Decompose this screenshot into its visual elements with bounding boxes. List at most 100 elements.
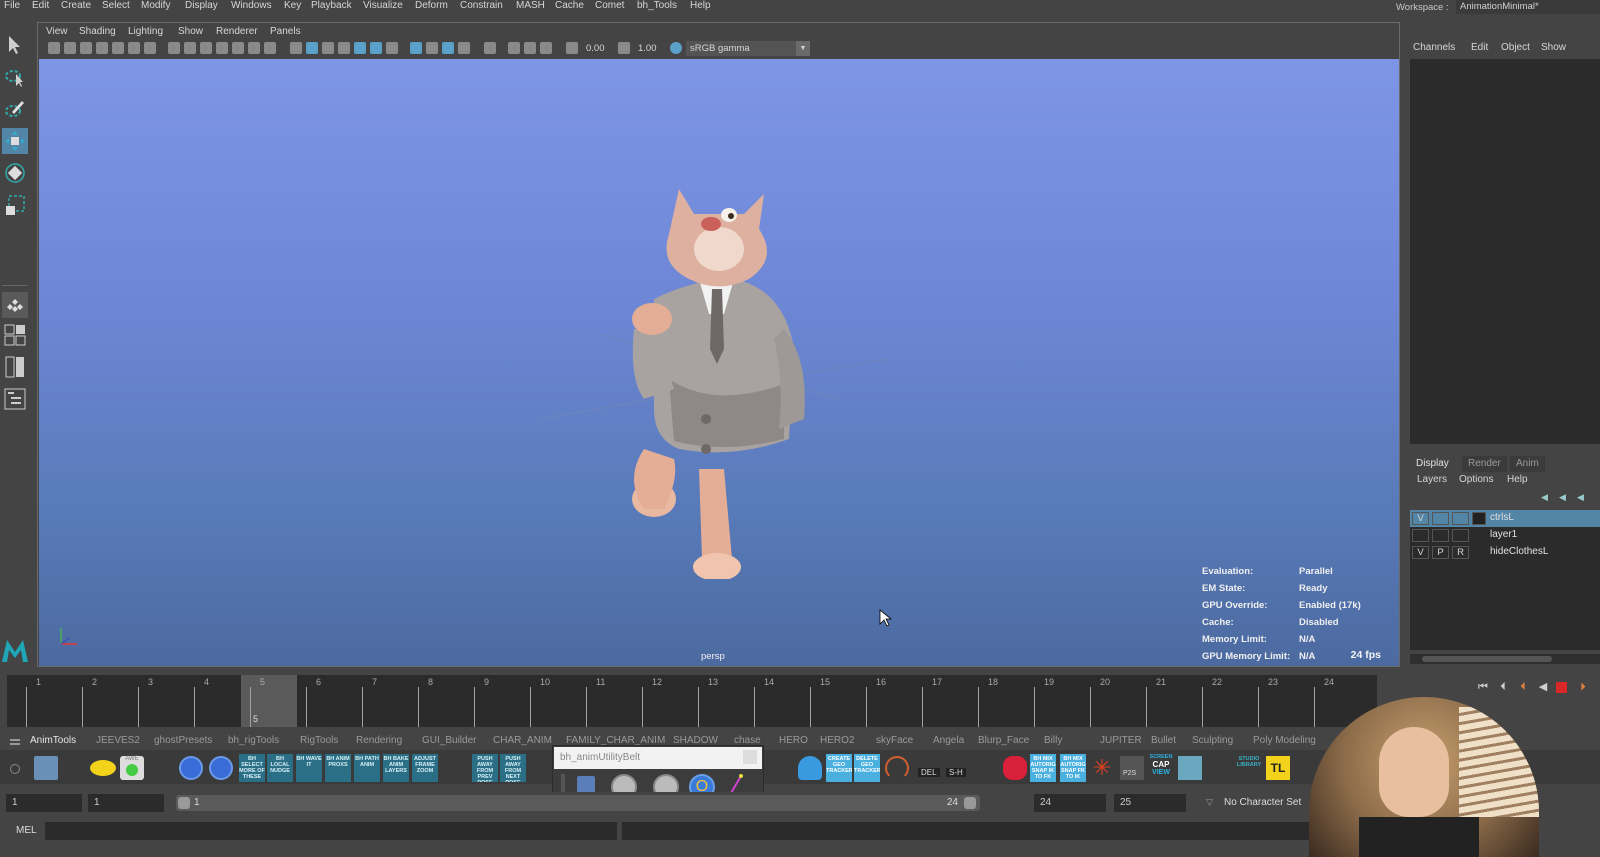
- visibility-toggle[interactable]: V: [1412, 512, 1429, 525]
- screen-cap-view-button[interactable]: SCREEN CAP VIEW: [1148, 754, 1174, 782]
- splat-shelf-icon[interactable]: [1003, 756, 1027, 780]
- shelf-tab[interactable]: bh_rigTools: [228, 733, 279, 749]
- gamma-icon[interactable]: [618, 42, 630, 54]
- motion-blur-icon[interactable]: [426, 42, 438, 54]
- wireframe-on-shaded-icon[interactable]: [338, 42, 350, 54]
- time-slider[interactable]: 5 1 2 3 4 5 6 7 8 9 10 11 12 13 14 15 16 17 18 19 20 21 22 23 2…: [7, 675, 1377, 727]
- camera-icon[interactable]: [48, 42, 60, 54]
- shelf-settings-icon[interactable]: [10, 764, 20, 774]
- xray-joints-icon[interactable]: [524, 42, 536, 54]
- tl-shelf-button[interactable]: TL: [1266, 756, 1290, 780]
- star-joint-shelf-icon[interactable]: ✳: [1090, 756, 1114, 780]
- lasso-tool[interactable]: [2, 64, 28, 90]
- mel-label[interactable]: MEL: [16, 825, 37, 836]
- layer-name[interactable]: ctrlsL: [1490, 512, 1514, 523]
- grease-pencil-icon[interactable]: [144, 42, 156, 54]
- default-material-icon[interactable]: [322, 42, 334, 54]
- shelf-menu-icon[interactable]: [10, 737, 22, 747]
- character-set-chevron-icon[interactable]: ▽: [1206, 797, 1213, 808]
- range-end-handle[interactable]: [964, 797, 976, 809]
- exposure-field[interactable]: 0.00: [586, 42, 614, 56]
- safe-action-icon[interactable]: [248, 42, 260, 54]
- document-shelf-icon[interactable]: [34, 756, 58, 780]
- layer-color-swatch[interactable]: [1472, 546, 1486, 559]
- xray-icon[interactable]: [508, 42, 520, 54]
- menu-deform[interactable]: Deform: [415, 0, 448, 11]
- grid-icon[interactable]: [168, 42, 180, 54]
- smooth-shade-icon[interactable]: [306, 42, 318, 54]
- start-time-field[interactable]: 1: [6, 794, 82, 812]
- menu-create[interactable]: Create: [61, 0, 91, 11]
- gate-mask-icon[interactable]: [216, 42, 228, 54]
- step-back-key-icon[interactable]: ⏴: [1516, 680, 1530, 694]
- anim-start-field[interactable]: 1: [88, 794, 164, 812]
- reference-toggle[interactable]: [1452, 529, 1469, 542]
- layer-color-swatch[interactable]: [1472, 529, 1486, 542]
- bh-bake-anim-layers-button[interactable]: BH BAKE ANIM LAYERS: [383, 754, 409, 782]
- menu-visualize[interactable]: Visualize: [363, 0, 403, 11]
- shelf-tab[interactable]: Sculpting: [1192, 733, 1233, 749]
- menu-select[interactable]: Select: [102, 0, 130, 11]
- layer-menu-layers[interactable]: Layers: [1417, 474, 1447, 485]
- reference-toggle[interactable]: [1452, 512, 1469, 525]
- channel-menu-object[interactable]: Object: [1501, 42, 1530, 53]
- depth-of-field-icon[interactable]: [458, 42, 470, 54]
- isolate-select-icon[interactable]: [484, 42, 496, 54]
- reference-toggle[interactable]: R: [1452, 546, 1469, 559]
- shelf-tab[interactable]: Blurp_Face: [978, 733, 1029, 749]
- character-shelf-icon[interactable]: [1178, 756, 1202, 780]
- bookmark-icon[interactable]: [96, 42, 108, 54]
- panel-menu-shading[interactable]: Shading: [79, 26, 116, 37]
- anti-aliasing-icon[interactable]: [442, 42, 454, 54]
- close-icon[interactable]: [743, 750, 757, 764]
- layer-row[interactable]: V ctrlsL: [1410, 510, 1600, 527]
- snap-fk-to-ik-button[interactable]: BH MIX AUTORIG SNAP FK TO IK: [1060, 754, 1086, 782]
- s-h-shelf-button[interactable]: S-H: [946, 768, 966, 777]
- menu-mash[interactable]: MASH: [516, 0, 545, 11]
- wheel-shelf-icon[interactable]: [885, 756, 909, 780]
- channel-menu-show[interactable]: Show: [1541, 42, 1566, 53]
- shadows-icon[interactable]: [386, 42, 398, 54]
- menu-help[interactable]: Help: [690, 0, 711, 11]
- outliner-layout-button[interactable]: [2, 386, 28, 412]
- layer-row[interactable]: layer1: [1410, 527, 1600, 544]
- shelf-tab[interactable]: AnimTools: [30, 733, 76, 749]
- anim-end-field[interactable]: 24: [1034, 794, 1106, 812]
- snap-ik-to-fk-button[interactable]: BH MIX AUTORIG SNAP IK TO FK: [1030, 754, 1056, 782]
- channel-menu-channels[interactable]: Channels: [1413, 42, 1455, 53]
- studio-library-button[interactable]: STUDIO LIBRARY: [1236, 754, 1262, 782]
- shelf-tab[interactable]: CHAR_ANIM: [493, 733, 552, 749]
- push-away-prev-pose-button[interactable]: PUSH AWAY FROM PREV POSE: [472, 754, 498, 782]
- shelf-tab[interactable]: JEEVES2: [96, 733, 140, 749]
- textured-icon[interactable]: [354, 42, 366, 54]
- menu-edit[interactable]: Edit: [32, 0, 49, 11]
- shelf-tab[interactable]: skyFace: [876, 733, 913, 749]
- shelf-tab[interactable]: Poly Modeling: [1253, 733, 1316, 749]
- workspace-select[interactable]: AnimationMinimal*: [1456, 0, 1600, 14]
- shelf-tab[interactable]: Billy: [1044, 733, 1062, 749]
- menu-display[interactable]: Display: [185, 0, 218, 11]
- shelf-tab[interactable]: Bullet: [1151, 733, 1176, 749]
- panel-menu-lighting[interactable]: Lighting: [128, 26, 163, 37]
- two-pane-layout-button[interactable]: [2, 354, 28, 380]
- 2d-pan-zoom-icon[interactable]: [128, 42, 140, 54]
- play-backwards-icon[interactable]: ◀: [1536, 680, 1550, 694]
- menu-key[interactable]: Key: [284, 0, 301, 11]
- bh-path-anim-button[interactable]: BH PATH ANIM: [354, 754, 380, 782]
- batman-shelf-icon[interactable]: [90, 760, 116, 776]
- tab-render[interactable]: Render: [1462, 456, 1507, 472]
- character-set-select[interactable]: No Character Set: [1218, 794, 1304, 812]
- film-gate-icon[interactable]: [184, 42, 196, 54]
- layer-color-swatch[interactable]: [1472, 512, 1486, 525]
- tab-anim[interactable]: Anim: [1510, 456, 1545, 472]
- shelf-tab[interactable]: Rendering: [356, 733, 402, 749]
- exposure-icon[interactable]: [566, 42, 578, 54]
- layer-name[interactable]: layer1: [1490, 529, 1517, 540]
- scrollbar-thumb[interactable]: [1422, 656, 1552, 662]
- shelf-tab[interactable]: ghostPresets: [154, 733, 212, 749]
- move-tool[interactable]: [2, 128, 28, 154]
- bookmark-camera-icon[interactable]: [80, 42, 92, 54]
- rotate-tool[interactable]: [2, 160, 28, 186]
- menu-windows[interactable]: Windows: [231, 0, 272, 11]
- step-back-frame-icon[interactable]: ⏴: [1496, 680, 1510, 694]
